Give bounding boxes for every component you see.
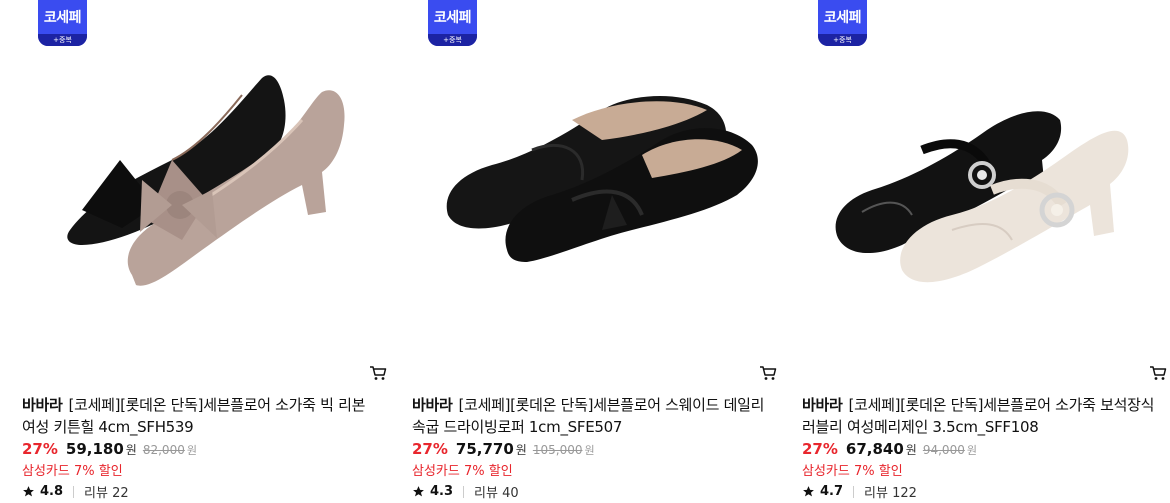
- original-currency-label: 원: [186, 444, 197, 457]
- divider: [463, 485, 465, 498]
- cart-icon: [370, 366, 387, 380]
- kosepe-badge: 코세페 +중복: [428, 0, 477, 46]
- product-image[interactable]: 코세페 +중복: [22, 0, 392, 360]
- kosepe-badge: 코세페 +중복: [38, 0, 87, 46]
- product-name: [코세페][롯데온 단독]세븐플로어 스웨이드 데일리 속굽 드라이빙로퍼 1c…: [412, 396, 765, 436]
- review-meta: 4.8 리뷰 22: [22, 482, 129, 501]
- review-count[interactable]: 리뷰 22: [84, 482, 129, 501]
- rating-value: 4.8: [40, 484, 64, 499]
- divider: [73, 485, 75, 498]
- price-row: 27% 75,770 원 105,000 원: [412, 440, 595, 458]
- rating-value: 4.7: [820, 484, 844, 499]
- badge-sub-label: +중복: [428, 34, 477, 46]
- add-to-cart-button[interactable]: [1148, 363, 1168, 383]
- product-card[interactable]: 코세페 +중복 바바라 [코세페][롯데온 단독]세븐플로어 소가죽 빅 리본 여…: [22, 0, 392, 503]
- product-card[interactable]: 코세페 +중복 바바라 [코세페][롯데온 단독]세븐플로어 소가죽 보석장식 러…: [802, 0, 1170, 503]
- kosepe-badge: 코세페 +중복: [818, 0, 867, 46]
- badge-label: 코세페: [818, 0, 867, 34]
- badge-label: 코세페: [428, 0, 477, 34]
- discount-rate: 27%: [22, 440, 58, 458]
- review-count[interactable]: 리뷰 122: [864, 482, 917, 501]
- price-row: 27% 67,840 원 94,000 원: [802, 440, 977, 458]
- discount-rate: 27%: [802, 440, 838, 458]
- currency-label: 원: [125, 443, 137, 457]
- badge-sub-label: +중복: [38, 34, 87, 46]
- review-meta: 4.3 리뷰 40: [412, 482, 519, 501]
- brand-name: 바바라: [22, 396, 63, 414]
- star-icon: [23, 486, 34, 497]
- cart-icon: [760, 366, 777, 380]
- product-image[interactable]: 코세페 +중복: [412, 0, 782, 360]
- badge-label: 코세페: [38, 0, 87, 34]
- card-discount-promo: 삼성카드 7% 할인: [412, 464, 513, 479]
- price-row: 27% 59,180 원 82,000 원: [22, 440, 197, 458]
- add-to-cart-button[interactable]: [758, 363, 778, 383]
- review-meta: 4.7 리뷰 122: [802, 482, 917, 501]
- original-price: 105,000: [532, 443, 583, 457]
- mary-jane-image: [835, 111, 1129, 283]
- star-icon: [413, 486, 424, 497]
- original-price: 94,000: [922, 443, 965, 457]
- card-discount-promo: 삼성카드 7% 할인: [802, 464, 903, 479]
- suede-loafer-image: [446, 95, 758, 262]
- product-title[interactable]: 바바라 [코세페][롯데온 단독]세븐플로어 소가죽 빅 리본 여성 키튼힐 4c…: [22, 394, 382, 438]
- product-card[interactable]: 코세페 +중복 바바라 [코세페][롯데온 단독]세븐플로어 스웨이드 데일리 속…: [412, 0, 782, 503]
- product-title[interactable]: 바바라 [코세페][롯데온 단독]세븐플로어 소가죽 보석장식 러블리 여성메리제…: [802, 394, 1162, 438]
- product-name: [코세페][롯데온 단독]세븐플로어 소가죽 보석장식 러블리 여성메리제인 3…: [802, 396, 1155, 436]
- star-icon: [803, 486, 814, 497]
- brand-name: 바바라: [412, 396, 453, 414]
- brand-name: 바바라: [802, 396, 843, 414]
- rating-value: 4.3: [430, 484, 454, 499]
- original-price: 82,000: [142, 443, 185, 457]
- cart-icon: [1150, 366, 1167, 380]
- product-image[interactable]: 코세페 +중복: [802, 0, 1170, 360]
- sale-price: 67,840: [845, 440, 904, 458]
- product-title[interactable]: 바바라 [코세페][롯데온 단독]세븐플로어 스웨이드 데일리 속굽 드라이빙로퍼…: [412, 394, 772, 438]
- discount-rate: 27%: [412, 440, 448, 458]
- add-to-cart-button[interactable]: [368, 363, 388, 383]
- original-currency-label: 원: [966, 444, 977, 457]
- card-discount-promo: 삼성카드 7% 할인: [22, 464, 123, 479]
- product-name: [코세페][롯데온 단독]세븐플로어 소가죽 빅 리본 여성 키튼힐 4cm_S…: [22, 396, 366, 436]
- review-count[interactable]: 리뷰 40: [474, 482, 519, 501]
- original-currency-label: 원: [584, 444, 595, 457]
- currency-label: 원: [905, 443, 917, 457]
- divider: [853, 485, 855, 498]
- badge-sub-label: +중복: [818, 34, 867, 46]
- currency-label: 원: [515, 443, 527, 457]
- sale-price: 75,770: [455, 440, 514, 458]
- sale-price: 59,180: [65, 440, 124, 458]
- bow-pumps-image: [67, 75, 345, 286]
